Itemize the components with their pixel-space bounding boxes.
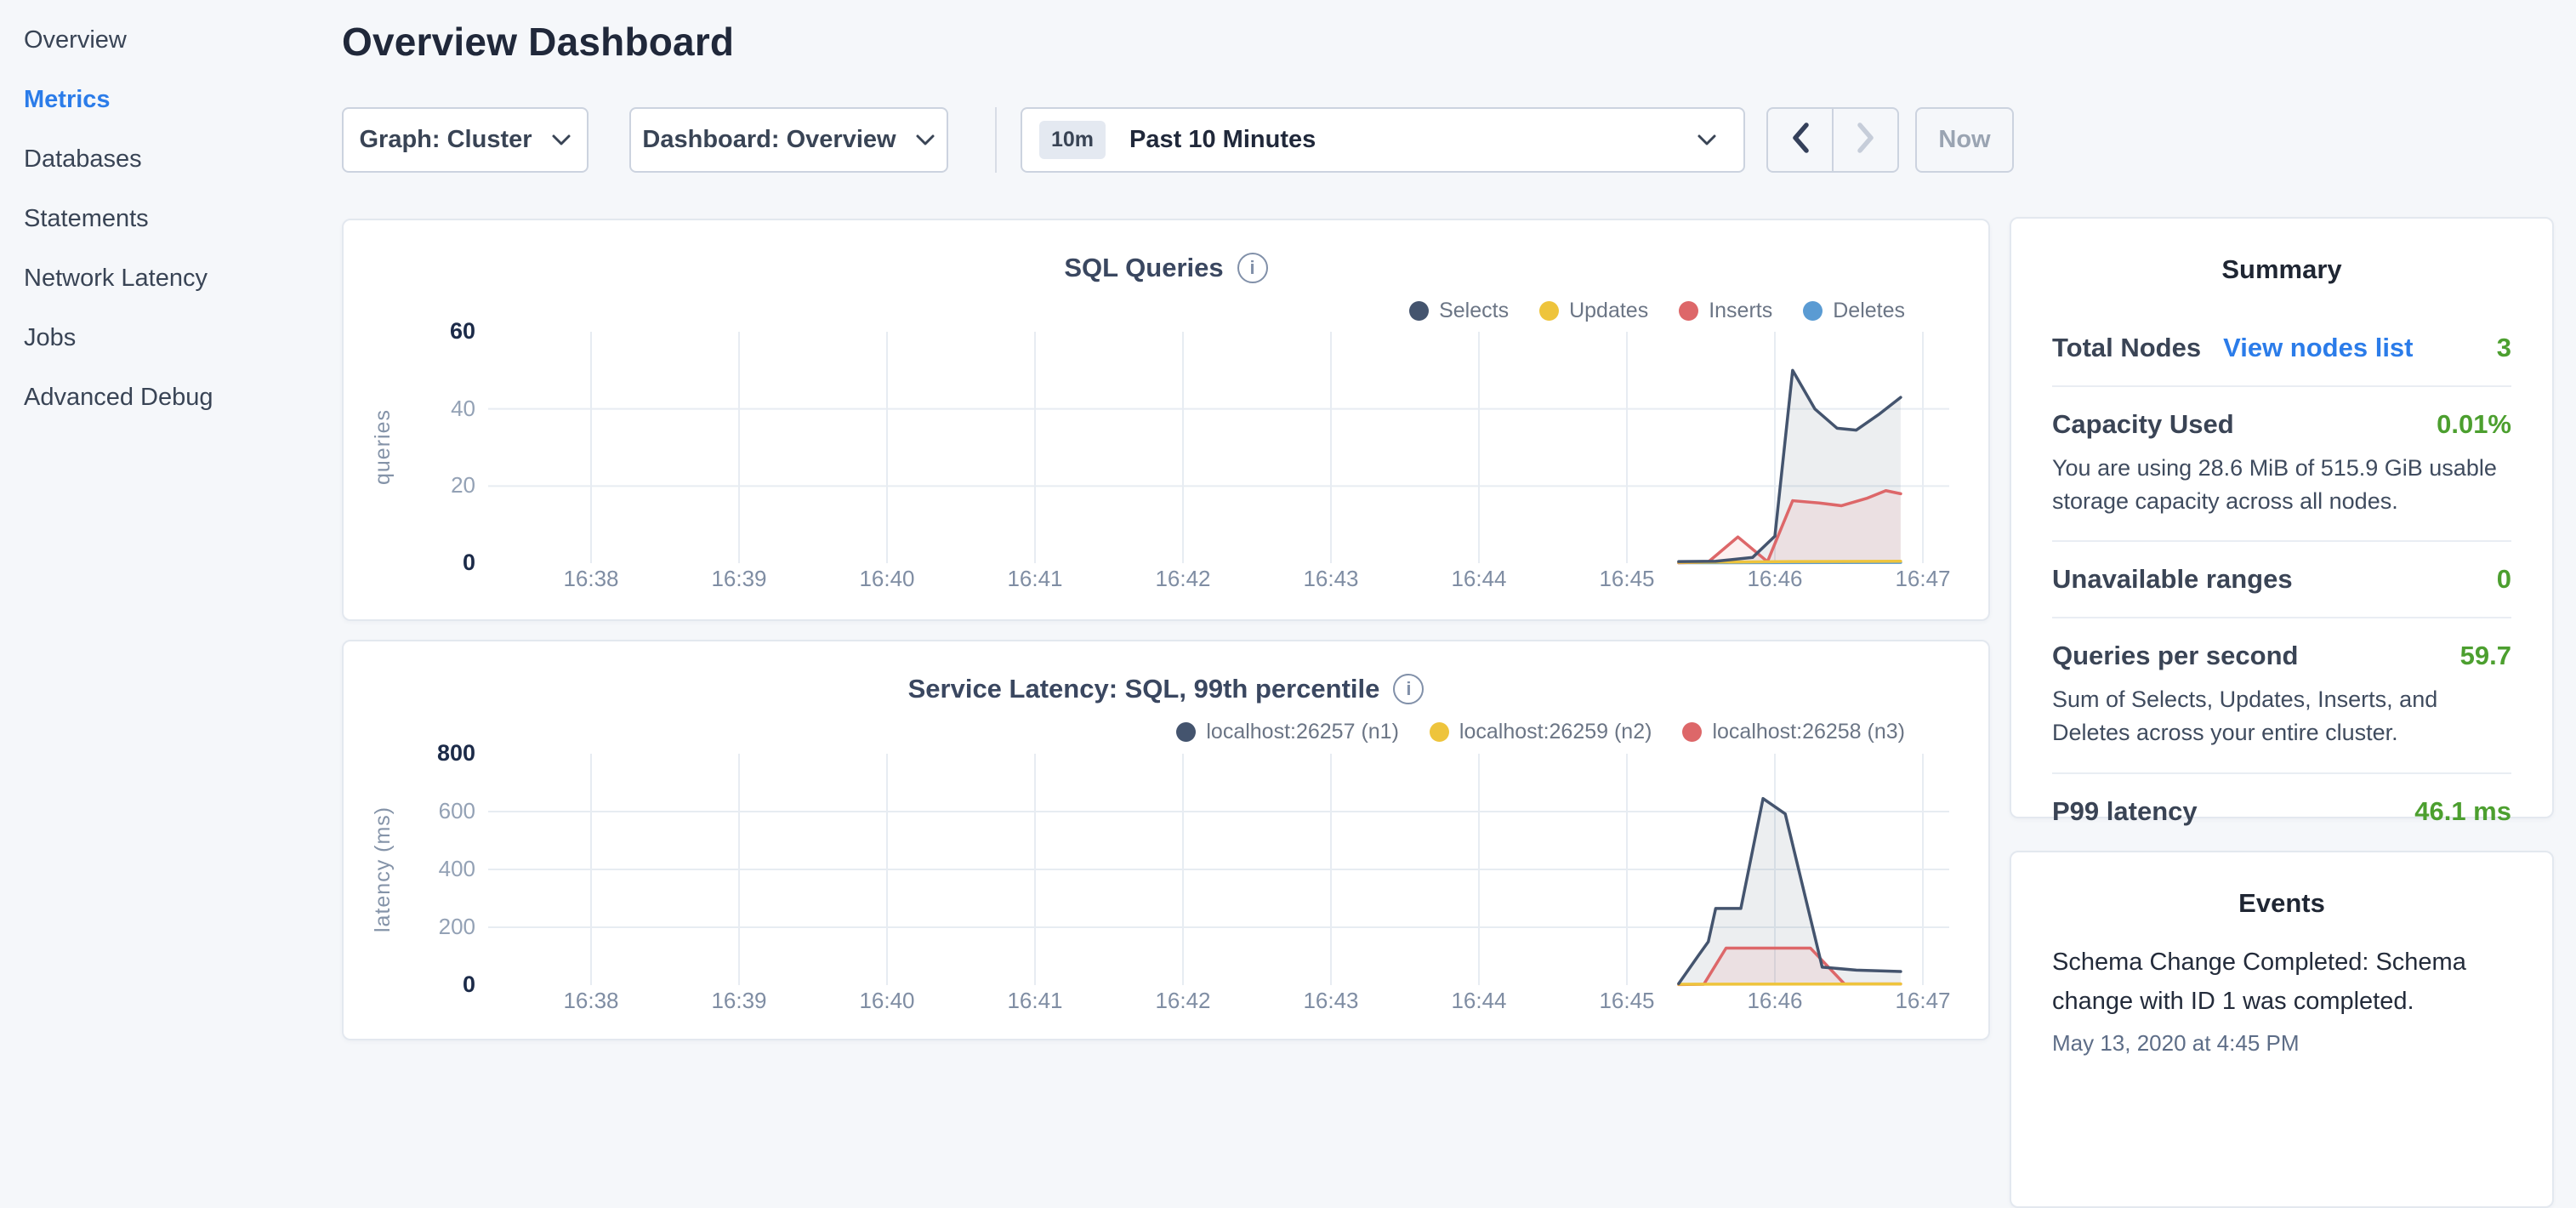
sidebar-item-databases[interactable]: Databases	[0, 129, 342, 189]
chevron-down-icon	[915, 134, 935, 147]
chevron-down-icon	[1696, 133, 1718, 148]
summary-row-value: 3	[2497, 333, 2511, 363]
sidebar-item-advanced-debug[interactable]: Advanced Debug	[0, 368, 342, 427]
summary-row-value: 59.7	[2460, 641, 2511, 671]
time-range-label: Past 10 Minutes	[1129, 126, 1316, 154]
time-step-back-button[interactable]	[1768, 109, 1834, 171]
summary-row-label: Queries per second	[2052, 641, 2298, 671]
graph-scope-dropdown-label: Graph: Cluster	[359, 126, 532, 154]
y-axis-unit-label: queries	[371, 332, 395, 563]
y-axis-unit-label: latency (ms)	[371, 754, 395, 985]
sql-queries-chart-card: SQL Queries i Selects Updates Inserts De…	[342, 219, 1990, 621]
summary-row-subtext: You are using 28.6 MiB of 515.9 GiB usab…	[2052, 452, 2511, 518]
event-timestamp: May 13, 2020 at 4:45 PM	[2052, 1030, 2511, 1057]
x-axis-ticks: 16:3816:3916:4016:4116:4216:4316:4416:45…	[517, 566, 1997, 592]
view-nodes-list-link[interactable]: View nodes list	[2223, 333, 2413, 363]
event-list-item[interactable]: Schema Change Completed: Schema change w…	[2052, 943, 2511, 1057]
summary-row-label: Total Nodes	[2052, 333, 2201, 363]
sql-queries-plot[interactable]	[344, 220, 1992, 623]
sidebar-item-metrics[interactable]: Metrics	[0, 70, 342, 129]
summary-row-value: 46.1 ms	[2414, 796, 2511, 827]
events-title: Events	[2011, 852, 2552, 919]
x-axis-ticks: 16:3816:3916:4016:4116:4216:4316:4416:45…	[517, 988, 1997, 1014]
summary-panel: Summary Total Nodes View nodes list 3 Ca…	[2010, 217, 2554, 818]
summary-row-label: Unavailable ranges	[2052, 564, 2293, 595]
service-latency-plot[interactable]	[344, 641, 1992, 1042]
time-range-dropdown[interactable]: 10m Past 10 Minutes	[1021, 107, 1745, 173]
summary-title: Summary	[2011, 219, 2552, 285]
summary-row-queries-per-second: Queries per second 59.7 Sum of Selects, …	[2052, 618, 2511, 773]
summary-row-total-nodes: Total Nodes View nodes list 3	[2052, 311, 2511, 387]
time-step-forward-button[interactable]	[1834, 109, 1897, 171]
summary-row-capacity-used: Capacity Used 0.01% You are using 28.6 M…	[2052, 387, 2511, 542]
sidebar-item-statements[interactable]: Statements	[0, 189, 342, 248]
graph-scope-dropdown[interactable]: Graph: Cluster	[342, 107, 589, 173]
summary-row-label: Capacity Used	[2052, 409, 2234, 440]
summary-row-subtext: Sum of Selects, Updates, Inserts, and De…	[2052, 683, 2511, 749]
time-step-buttons	[1766, 107, 1899, 173]
overview-dashboard-page: { "sidebar": { "items": [ { "label": "Ov…	[0, 0, 2576, 1051]
summary-row-value: 0	[2497, 564, 2511, 595]
sidebar-item-jobs[interactable]: Jobs	[0, 308, 342, 368]
event-text: Schema Change Completed: Schema change w…	[2052, 943, 2511, 1022]
chevron-left-icon	[1788, 120, 1813, 160]
sidebar-item-overview[interactable]: Overview	[0, 10, 342, 70]
now-button[interactable]: Now	[1915, 107, 2014, 173]
chevron-down-icon	[551, 134, 571, 147]
summary-row-p99-latency: P99 latency 46.1 ms	[2052, 774, 2511, 849]
events-panel: Events Schema Change Completed: Schema c…	[2010, 851, 2554, 1208]
time-range-badge: 10m	[1039, 121, 1106, 159]
sidebar-item-network-latency[interactable]: Network Latency	[0, 248, 342, 308]
service-latency-chart-card: Service Latency: SQL, 99th percentile i …	[342, 640, 1990, 1040]
dashboard-dropdown-label: Dashboard: Overview	[642, 126, 896, 154]
sidebar: Overview Metrics Databases Statements Ne…	[0, 0, 342, 1051]
chevron-right-icon	[1853, 120, 1879, 160]
page-title: Overview Dashboard	[342, 19, 734, 65]
toolbar-divider	[995, 107, 997, 173]
summary-row-unavailable-ranges: Unavailable ranges 0	[2052, 542, 2511, 618]
summary-row-value: 0.01%	[2437, 409, 2511, 440]
summary-row-label: P99 latency	[2052, 796, 2198, 827]
dashboard-dropdown[interactable]: Dashboard: Overview	[629, 107, 948, 173]
